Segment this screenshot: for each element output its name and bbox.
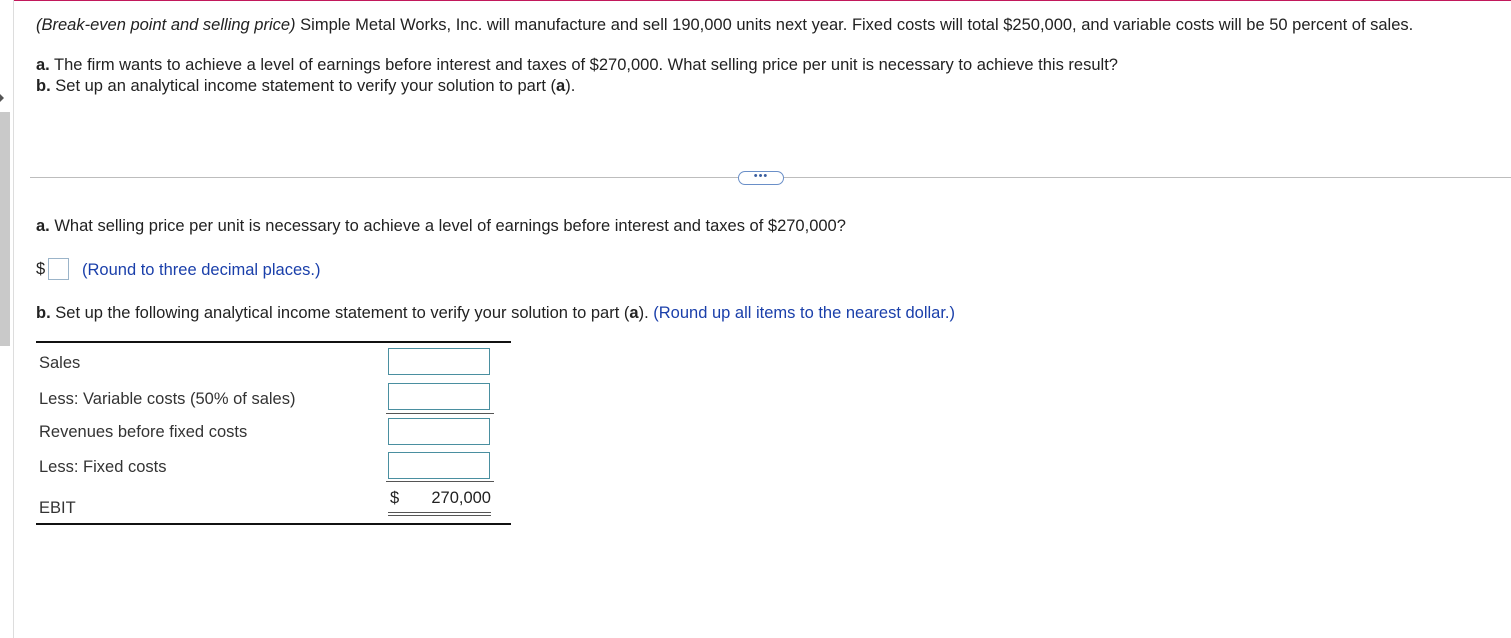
top-accent-rule [14, 0, 1511, 1]
subtotal-rule [386, 413, 494, 414]
ebit-double-rule-2 [388, 515, 491, 516]
revenues-before-fixed-input[interactable] [388, 418, 490, 445]
question-a-text: What selling price per unit is necessary… [49, 217, 846, 235]
scroll-thumb[interactable] [0, 112, 10, 346]
problem-text: Simple Metal Works, Inc. will manufactur… [295, 16, 1414, 34]
selling-price-input[interactable] [48, 258, 69, 280]
expand-more-button[interactable]: ••• [738, 171, 784, 185]
ebit-currency: $ [390, 489, 400, 507]
total-rule [386, 481, 494, 482]
answer-currency: $ [36, 260, 46, 278]
variable-costs-input[interactable] [388, 383, 490, 410]
question-b-ref: a [629, 304, 639, 322]
ebit-double-rule-1 [388, 512, 491, 513]
row-label-fixed-costs: Less: Fixed costs [39, 458, 167, 476]
problem-statement: (Break-even point and selling price) Sim… [36, 15, 1413, 35]
question-b-end: ). [638, 304, 649, 322]
row-label-sales: Sales [39, 354, 81, 372]
part-b-text: Set up an analytical income statement to… [50, 77, 557, 95]
statement-bottom-rule [36, 523, 511, 525]
row-label-ebit: EBIT [39, 499, 76, 517]
statement-top-rule [36, 341, 511, 343]
ebit-value: 270,000 [431, 489, 491, 507]
problem-topic: (Break-even point and selling price) [36, 16, 296, 34]
scroll-arrow-icon[interactable] [0, 94, 4, 102]
part-a-label: a. [36, 56, 50, 74]
row-label-revenues-before-fixed: Revenues before fixed costs [39, 423, 248, 441]
scrollbar[interactable] [0, 94, 12, 638]
left-border [13, 0, 14, 638]
part-b-label: b. [36, 77, 51, 95]
question-b-text: Set up the following analytical income s… [50, 304, 630, 322]
question-b-hint: (Round up all items to the nearest dolla… [653, 304, 956, 322]
fixed-costs-input[interactable] [388, 452, 490, 479]
question-a-label: a. [36, 217, 50, 235]
row-label-variable-costs: Less: Variable costs (50% of sales) [39, 390, 296, 408]
part-b-end: ). [565, 77, 576, 95]
question-a-hint: (Round to three decimal places.) [82, 261, 321, 279]
question-a: a. What selling price per unit is necess… [36, 216, 846, 236]
problem-part-a: a. The firm wants to achieve a level of … [36, 55, 1118, 75]
part-b-ref: a [556, 77, 566, 95]
problem-part-b: b. Set up an analytical income statement… [36, 76, 575, 96]
question-b-label: b. [36, 304, 51, 322]
part-a-text: The firm wants to achieve a level of ear… [49, 56, 1118, 74]
sales-input[interactable] [388, 348, 490, 375]
question-b: b. Set up the following analytical incom… [36, 303, 955, 323]
